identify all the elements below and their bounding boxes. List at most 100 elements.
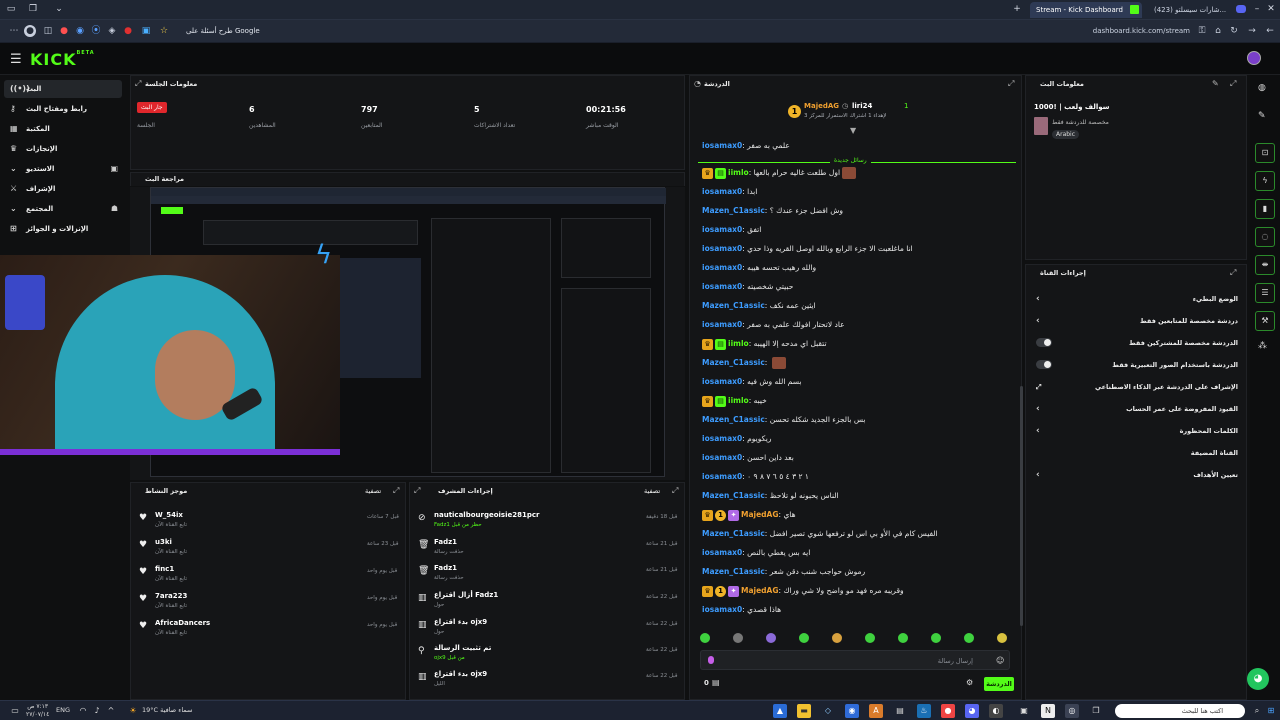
chat-message[interactable]: iosamax0: انا ماغلعبت الا جزء الرابع وبا… [700, 242, 1010, 256]
app-icon-3[interactable]: ◇ [821, 704, 835, 718]
tab-second[interactable]: (423) شارات سيسلتو... [1148, 2, 1230, 18]
expand-icon[interactable]: ⤢ [414, 486, 420, 496]
chat-message[interactable]: Mazen_C1assic: ايثين عمه نكف [700, 299, 1010, 313]
chat-message[interactable]: iosamax0: ابدا [700, 185, 1010, 199]
item-name[interactable]: تم تثبيت الرسالة [434, 644, 678, 652]
chat-message[interactable]: ♛ ▤ iimlo: اول طلعت غاليه حرام بالعها [700, 166, 1010, 180]
item-name[interactable]: بدء اقتراع ojx9 [434, 670, 678, 678]
rail-chat-button[interactable]: ◌ [1255, 227, 1275, 247]
ext-square-icon[interactable]: ▣ [140, 25, 152, 37]
chat-username[interactable]: Mazen_C1assic [702, 491, 765, 500]
sidebar-item-drops[interactable]: ⊞ الإنزالات و الجوائز [4, 220, 122, 238]
chat-username[interactable]: iosamax0 [702, 377, 742, 386]
sidebar-item-studio[interactable]: ⌄ الاستديو ▣ [4, 160, 122, 178]
notion-icon[interactable]: N [1041, 704, 1055, 718]
channel-action-row[interactable]: الدردشة مخصصة للمشتركين فقط [1032, 333, 1238, 353]
channel-action-row[interactable]: تعيين الأهداف ‹ [1032, 465, 1238, 485]
rail-flash-button[interactable]: ϟ [1255, 171, 1275, 191]
filter-label[interactable]: تصفية [644, 487, 660, 495]
chat-message[interactable]: iosamax0: هاذا قصدي [700, 603, 1010, 617]
channel-action-row[interactable]: الكلمات المحظورة ‹ [1032, 421, 1238, 441]
item-name[interactable]: 7ara223 [155, 592, 399, 600]
chat-input[interactable]: إرسال رسالة [700, 650, 1010, 670]
chat-username[interactable]: iosamax0 [702, 453, 742, 462]
minimize-icon[interactable]: – [1250, 2, 1264, 16]
extension-red-icon[interactable]: ● [58, 25, 70, 37]
help-icon[interactable]: ◍ [1258, 83, 1266, 93]
emote-shortcut[interactable] [733, 633, 743, 643]
chat-username[interactable]: iosamax0 [702, 187, 742, 196]
rail-preview-button[interactable]: ⊡ [1255, 143, 1275, 163]
extension-blue-icon[interactable]: ◉ [74, 25, 86, 37]
chat-username[interactable]: iosamax0 [702, 141, 742, 150]
menu-icon[interactable]: ☰ [10, 52, 22, 67]
record-icon[interactable]: ● [122, 25, 134, 37]
tray-chevron-icon[interactable]: ^ [104, 704, 118, 718]
smiley-icon[interactable]: ☺ [996, 656, 1004, 665]
profile-icon[interactable]: ● [24, 25, 36, 37]
expand-icon[interactable]: ⤢ [1008, 79, 1014, 89]
chat-message[interactable]: Mazen_C1assic: [700, 356, 1010, 370]
home-icon[interactable]: ⌂ [1212, 25, 1224, 37]
volume-icon[interactable]: ♪ [90, 704, 104, 718]
emote-shortcut[interactable] [766, 633, 776, 643]
item-name[interactable]: finc1 [155, 565, 399, 573]
item-name[interactable]: بدء اقتراع ojx9 [434, 618, 678, 626]
windows-start-icon[interactable]: ⊞ [1264, 704, 1278, 718]
avatar[interactable] [1247, 51, 1261, 65]
chat-username[interactable]: iosamax0 [702, 225, 742, 234]
app-icon-6[interactable]: ▤ [893, 704, 907, 718]
emote-shortcut[interactable] [832, 633, 842, 643]
chat-username[interactable]: Mazen_C1assic [702, 358, 765, 367]
sidebar-item-stream[interactable]: ((•)) البث [4, 80, 122, 98]
chat-message[interactable]: ♛ 1 ✦ MajedAG: وقريبه مره فهد مو واضح ولا ش… [700, 584, 1010, 598]
channel-action-row[interactable]: الإشراف على الدردشة عبر الذكاء الاصطناعي… [1032, 377, 1238, 397]
pencil-icon[interactable]: ✎ [1258, 111, 1266, 121]
kick-logo[interactable]: KICKBETA [30, 50, 95, 69]
emote-shortcut[interactable] [931, 633, 941, 643]
chat-username[interactable]: Mazen_C1assic [702, 415, 765, 424]
forward-icon[interactable]: → [1246, 25, 1258, 37]
emote-shortcut[interactable] [700, 633, 710, 643]
app-icon-1[interactable]: ▲ [773, 704, 787, 718]
translate-icon[interactable]: ⦿ [90, 25, 102, 37]
sidebar-item-library[interactable]: ▦ المكتبة [4, 120, 122, 138]
item-name[interactable]: Fadz1 [434, 538, 678, 546]
chat-message[interactable]: iosamax0: علمي به صفر [700, 139, 1010, 153]
sidebar-item-stream-key[interactable]: ⚷ رابط ومفتاح البث [4, 100, 122, 118]
emote-shortcut[interactable] [898, 633, 908, 643]
item-name[interactable]: nauticalbourgeoisie281pcr [434, 511, 678, 519]
reload-icon[interactable]: ↻ [1228, 25, 1240, 37]
sidebar-item-achievements[interactable]: ♛ الإنجازات [4, 140, 122, 158]
emote-picker-icon[interactable] [708, 656, 714, 664]
chat-message[interactable]: Mazen_C1assic: وش افضل جزء عندك ؟ [700, 204, 1010, 218]
rail-tools-button[interactable]: ⚒ [1255, 311, 1275, 331]
chat-username[interactable]: iosamax0 [702, 263, 742, 272]
taskbar-search[interactable]: اكتب هنا للبحث [1115, 704, 1245, 718]
clock[interactable]: ٧:١٣ ص ٢٧/٠٧/١٤ [26, 703, 49, 719]
chat-message[interactable]: Mazen_C1assic: رموش حواجب شنب دقن شعر [700, 565, 1010, 579]
wifi-icon[interactable]: ◠ [76, 704, 90, 718]
chat-username[interactable]: Mazen_C1assic [702, 206, 765, 215]
emote-shortcut[interactable] [964, 633, 974, 643]
chrome-icon[interactable]: ◎ [1065, 704, 1079, 718]
support-chat-button[interactable]: ◕ [1247, 668, 1269, 690]
chat-message[interactable]: iosamax0: والله رهيب تحسه هيبه [700, 261, 1010, 275]
app-icon-5[interactable]: A [869, 704, 883, 718]
search-icon[interactable]: ⌕ [1250, 704, 1264, 718]
rail-raid-button[interactable]: ⇼ [1255, 255, 1275, 275]
expand-icon[interactable]: ⤢ [135, 79, 141, 89]
expand-icon[interactable]: ⤢ [1230, 268, 1236, 278]
sidebar-item-moderation[interactable]: ⚔ الإشراف [4, 180, 122, 198]
ask-google-pill[interactable]: طرح أسئلة على Google [168, 24, 268, 39]
emote-shortcut[interactable] [997, 633, 1007, 643]
expand-icon[interactable]: ⤢ [672, 486, 678, 496]
expand-icon[interactable]: ⤢ [393, 486, 399, 496]
chat-send-button[interactable]: الدردشة [984, 677, 1014, 691]
settings-gear-icon[interactable]: ⚙ [966, 678, 973, 687]
chat-username[interactable]: iosamax0 [702, 605, 742, 614]
app-icon-8[interactable]: ● [941, 704, 955, 718]
input-language[interactable]: ENG [56, 706, 70, 714]
chat-username[interactable]: iosamax0 [702, 282, 742, 291]
chat-message[interactable]: iosamax0: اتفق [700, 223, 1010, 237]
